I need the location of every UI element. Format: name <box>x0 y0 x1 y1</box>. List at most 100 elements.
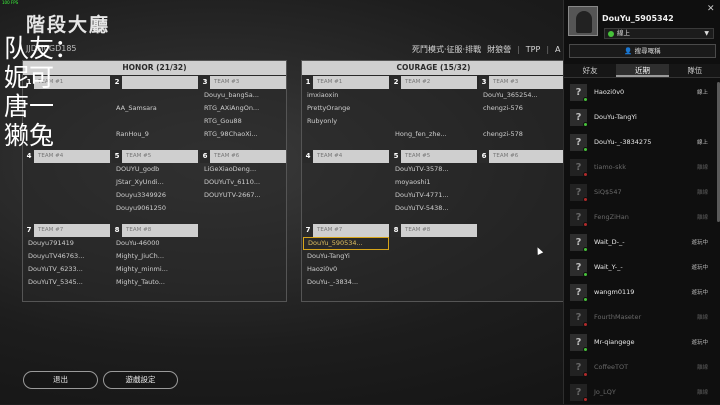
exit-button[interactable]: 退出 <box>23 371 98 389</box>
player-slot[interactable]: DouYuTV_5345... <box>24 276 110 289</box>
friend-row[interactable]: ? DouYu-_-3834275 線上 <box>564 131 716 155</box>
player-slot[interactable]: Haozi0v0 <box>303 263 389 276</box>
player-slot[interactable] <box>479 115 565 128</box>
squad-courage-1[interactable]: 1 TEAM #1 imxiaoxin PrettyOrange Rubyonly <box>303 76 389 141</box>
squad-honor-4[interactable]: 4 TEAM #4 <box>24 150 110 215</box>
squad-honor-3[interactable]: 3 TEAM #3 Douyu_bangSa... RTG_AXiAngOn... RT… <box>200 76 286 141</box>
player-slot[interactable] <box>479 163 565 176</box>
tab-squad[interactable]: 隊伍 <box>669 64 720 77</box>
squad-courage-5[interactable]: 5 TEAM #5 DouYuTV-3578... moyaoshi1 DouYuTV-… <box>391 150 477 215</box>
player-slot[interactable]: DOUYUTV-2667... <box>200 189 286 202</box>
player-slot[interactable] <box>479 202 565 215</box>
player-slot[interactable] <box>391 89 477 102</box>
player-slot[interactable]: RTG_AXiAngOn... <box>200 102 286 115</box>
player-slot[interactable] <box>112 115 198 128</box>
tab-recent[interactable]: 近期 <box>616 64 669 77</box>
player-slot[interactable]: Douyu9061250 <box>112 202 198 215</box>
avatar[interactable] <box>568 6 598 36</box>
player-slot[interactable]: DouYu-_-3834... <box>303 276 389 289</box>
player-slot[interactable] <box>391 250 477 263</box>
friend-row[interactable]: ? Jo_LQY 離線 <box>564 381 716 405</box>
player-slot[interactable]: chengzi-578 <box>479 128 565 141</box>
player-slot[interactable]: DouYu-TangYi <box>303 250 389 263</box>
status-dropdown[interactable]: 線上 ▼ <box>604 28 714 39</box>
player-slot[interactable]: AA_Samsara <box>112 102 198 115</box>
squad-header: 8 TEAM #8 <box>391 224 477 237</box>
squad-courage-3[interactable]: 3 TEAM #3 DouYu_365254... chengzi-576 chengz… <box>479 76 565 141</box>
friend-row[interactable]: ? Mr-qiangege 遊玩中 <box>564 331 716 355</box>
squad-honor-7[interactable]: 7 TEAM #7 Douyu791419 DouyuTV46763... DouYuT… <box>24 224 110 289</box>
player-slot[interactable] <box>24 189 110 202</box>
player-slot[interactable]: Mighty_JiuCh... <box>112 250 198 263</box>
player-slot[interactable] <box>303 163 389 176</box>
squad-honor-5[interactable]: 5 TEAM #5 DOUYU_godb JStar_XyUndi... Douyu33… <box>112 150 198 215</box>
player-slot[interactable]: DouyuTV46763... <box>24 250 110 263</box>
friend-row[interactable]: ? wangm0119 遊玩中 <box>564 281 716 305</box>
player-slot[interactable] <box>24 202 110 215</box>
squad-honor-2[interactable]: 2 AA_Samsara RanHou_9 <box>112 76 198 141</box>
friend-row[interactable]: ? SiQ$547 離線 <box>564 181 716 205</box>
player-slot[interactable]: Mighty_Tauto... <box>112 276 198 289</box>
player-slot[interactable]: DouYu-46000 <box>112 237 198 250</box>
player-slot[interactable]: DouYuTV_6233... <box>24 263 110 276</box>
player-slot[interactable] <box>303 202 389 215</box>
player-slot[interactable] <box>303 189 389 202</box>
player-slot[interactable]: RanHou_9 <box>112 128 198 141</box>
friend-row[interactable]: ? tiamo-skk 離線 <box>564 156 716 180</box>
friend-row[interactable]: ? FengZiHan 離線 <box>564 206 716 230</box>
player-slot[interactable] <box>200 202 286 215</box>
player-slot[interactable]: DouYuTV-4771... <box>391 189 477 202</box>
friend-row[interactable]: ? Wait_Y-_- 遊玩中 <box>564 256 716 280</box>
player-slot[interactable]: moyaoshi1 <box>391 176 477 189</box>
friend-row[interactable]: ? DouYu-TangYi <box>564 106 716 130</box>
player-slot[interactable] <box>479 189 565 202</box>
player-slot[interactable]: Hong_fen_zhe... <box>391 128 477 141</box>
player-slot[interactable]: DouYu_590534... <box>303 237 389 250</box>
player-slot[interactable]: RTG_Gou88 <box>200 115 286 128</box>
player-slot[interactable]: PrettyOrange <box>303 102 389 115</box>
player-slot[interactable]: Douyu_bangSa... <box>200 89 286 102</box>
player-slot[interactable]: LiGeXiaoDeng... <box>200 163 286 176</box>
squad-courage-2[interactable]: 2 TEAM #2 Hong_fen_zhe... <box>391 76 477 141</box>
player-slot[interactable] <box>303 176 389 189</box>
player-slot[interactable]: JStar_XyUndi... <box>112 176 198 189</box>
search-label: 搜尋嘅稱 <box>634 47 661 55</box>
player-slot[interactable]: DouYu_365254... <box>479 89 565 102</box>
player-slot[interactable]: DOUYU_godb <box>112 163 198 176</box>
player-slot[interactable] <box>24 163 110 176</box>
status-dot-icon <box>583 222 588 227</box>
game-settings-button[interactable]: 遊戲設定 <box>103 371 178 389</box>
player-slot[interactable] <box>303 128 389 141</box>
tab-friends[interactable]: 好友 <box>564 64 616 77</box>
player-slot[interactable]: DouYuTV-3578... <box>391 163 477 176</box>
close-icon[interactable]: ✕ <box>707 4 715 14</box>
player-slot[interactable]: Mighty_minmi... <box>112 263 198 276</box>
squad-courage-6[interactable]: 6 TEAM #6 <box>479 150 565 215</box>
search-nickname-button[interactable]: 👤 搜尋嘅稱 <box>569 44 716 58</box>
friend-row[interactable]: ? CoffeeTOT 離線 <box>564 356 716 380</box>
squad-courage-4[interactable]: 4 TEAM #4 <box>303 150 389 215</box>
squad-courage-8[interactable]: 8 TEAM #8 <box>391 224 477 289</box>
friend-row[interactable]: ? FourthMaseter 離線 <box>564 306 716 330</box>
friend-row[interactable]: ? Wait_D-_- 遊玩中 <box>564 231 716 255</box>
player-slot[interactable] <box>391 276 477 289</box>
player-slot[interactable] <box>391 263 477 276</box>
friend-row[interactable]: ? Haozi0v0 線上 <box>564 81 716 105</box>
player-slot[interactable]: imxiaoxin <box>303 89 389 102</box>
squad-honor-8[interactable]: 8 TEAM #8 DouYu-46000 Mighty_JiuCh... Mighty… <box>112 224 198 289</box>
player-slot[interactable] <box>391 237 477 250</box>
player-slot[interactable] <box>391 102 477 115</box>
player-slot[interactable]: DouYuTV-5438... <box>391 202 477 215</box>
player-slot[interactable]: Rubyonly <box>303 115 389 128</box>
player-slot[interactable] <box>479 176 565 189</box>
player-slot[interactable] <box>391 115 477 128</box>
squad-honor-6[interactable]: 6 TEAM #6 LiGeXiaoDeng... DOUYuTv_6110... DO… <box>200 150 286 215</box>
player-slot[interactable]: RTG_98ChaoXi... <box>200 128 286 141</box>
player-slot[interactable]: Douyu3349926 <box>112 189 198 202</box>
player-slot[interactable] <box>112 89 198 102</box>
player-slot[interactable]: DOUYuTv_6110... <box>200 176 286 189</box>
player-slot[interactable] <box>24 176 110 189</box>
player-slot[interactable]: chengzi-576 <box>479 102 565 115</box>
squad-courage-7[interactable]: 7 TEAM #7 DouYu_590534... DouYu-TangYi Haozi… <box>303 224 389 289</box>
player-slot[interactable]: Douyu791419 <box>24 237 110 250</box>
